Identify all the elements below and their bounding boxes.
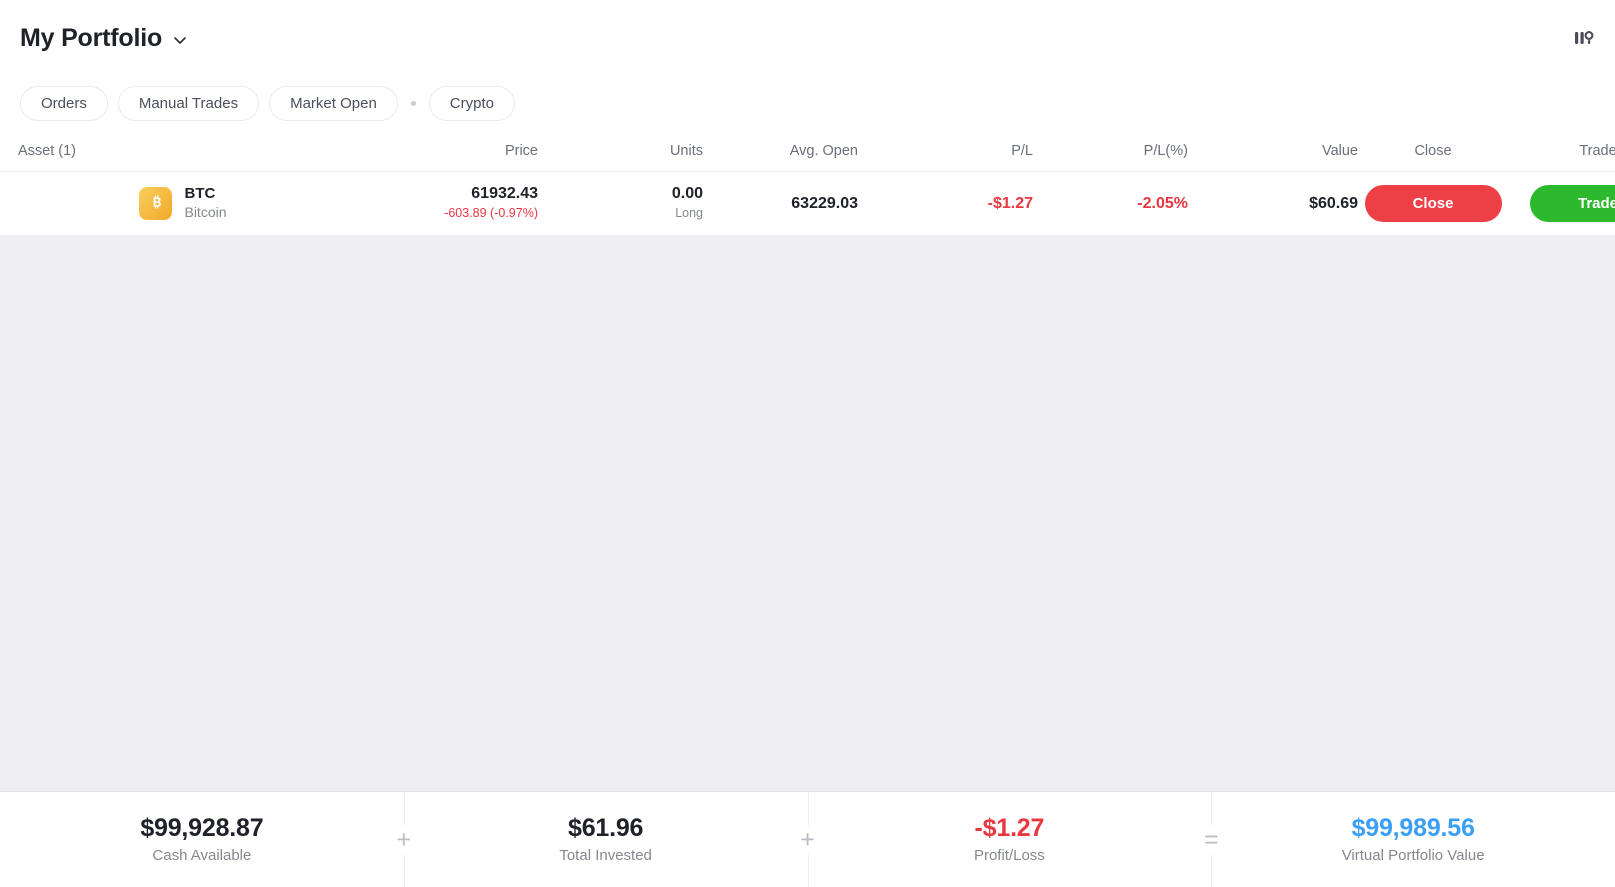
table-header-row: Asset (1) Price Units Avg. Open P/L P/L(… bbox=[0, 130, 1615, 172]
column-header-asset: Asset (1) bbox=[18, 142, 77, 159]
close-cell: Close bbox=[1358, 185, 1508, 222]
close-button[interactable]: Close bbox=[1364, 185, 1502, 222]
summary-cash-available: $99,928.87 Cash Available bbox=[0, 792, 404, 887]
summary-profit-loss: + -$1.27 Profit/Loss bbox=[794, 792, 1212, 887]
empty-content-area bbox=[0, 236, 1615, 791]
price-value: 61932.43 bbox=[471, 185, 538, 203]
asset-cell: BTC Bitcoin bbox=[18, 184, 348, 221]
summary-virtual-portfolio-value-label: Virtual Portfolio Value bbox=[1341, 846, 1485, 864]
app-header: My Portfolio bbox=[0, 0, 1615, 76]
bitcoin-icon bbox=[139, 186, 173, 220]
price-cell: 61932.43 -603.89 (-0.97%) bbox=[348, 184, 538, 223]
summary-cash-available-value: $99,928.87 bbox=[140, 814, 264, 843]
pl-value: -$1.27 bbox=[987, 194, 1033, 212]
filter-pill-orders[interactable]: Orders bbox=[20, 85, 108, 121]
column-header-value: Value bbox=[1321, 142, 1358, 159]
column-header-trade: Trade bbox=[1579, 142, 1615, 159]
value-cell: $60.69 bbox=[1188, 194, 1358, 213]
pl-cell: -$1.27 bbox=[858, 194, 1033, 213]
asset-name: Bitcoin bbox=[184, 204, 227, 221]
filter-pill-bar: Orders Manual Trades Market Open Crypto bbox=[0, 76, 1615, 130]
page-title: My Portfolio bbox=[20, 23, 163, 52]
summary-profit-loss-label: Profit/Loss bbox=[973, 846, 1045, 864]
column-header-close: Close bbox=[1414, 142, 1452, 159]
column-header-units: Units bbox=[669, 142, 703, 159]
summary-virtual-portfolio-value: = $99,989.56 Virtual Portfolio Value bbox=[1197, 792, 1615, 887]
table-row[interactable]: BTC Bitcoin 61932.43 -603.89 (-0.97%) 0.… bbox=[0, 172, 1615, 236]
trade-cell: Trade bbox=[1508, 185, 1615, 222]
column-header-price: Price bbox=[504, 142, 538, 159]
avg-open-cell: 63229.03 bbox=[703, 194, 858, 213]
pl-percent-value: -2.05% bbox=[1137, 194, 1188, 212]
column-header-pl: P/L bbox=[1011, 142, 1033, 159]
summary-total-invested: + $61.96 Total Invested bbox=[390, 792, 808, 887]
filter-separator-dot bbox=[410, 100, 416, 106]
filter-pill-market-open[interactable]: Market Open bbox=[269, 85, 398, 121]
summary-total-invested-value: $61.96 bbox=[567, 814, 644, 843]
portfolio-summary-bar: $99,928.87 Cash Available + $61.96 Total… bbox=[0, 791, 1615, 887]
position-direction: Long bbox=[675, 206, 703, 221]
column-header-pl-percent: P/L(%) bbox=[1143, 142, 1188, 159]
portfolio-app: My Portfolio Orders Manual Trades Market… bbox=[0, 0, 1615, 887]
summary-virtual-portfolio-value-value: $99,989.56 bbox=[1351, 814, 1475, 843]
trade-button[interactable]: Trade bbox=[1529, 185, 1615, 222]
pl-percent-cell: -2.05% bbox=[1033, 194, 1188, 213]
chevron-down-icon[interactable] bbox=[172, 32, 188, 48]
asset-symbol: BTC bbox=[184, 184, 216, 202]
position-value: $60.69 bbox=[1309, 194, 1358, 212]
portfolio-selector[interactable]: My Portfolio bbox=[20, 24, 188, 53]
filter-pill-manual-trades[interactable]: Manual Trades bbox=[117, 85, 260, 121]
summary-profit-loss-value: -$1.27 bbox=[974, 814, 1045, 843]
column-header-avg-open: Avg. Open bbox=[789, 142, 858, 159]
positions-table: Asset (1) Price Units Avg. Open P/L P/L(… bbox=[0, 130, 1615, 236]
price-change: -603.89 (-0.97%) bbox=[444, 206, 538, 221]
units-cell: 0.00 Long bbox=[538, 184, 703, 223]
avg-open-value: 63229.03 bbox=[791, 194, 858, 212]
summary-cash-available-label: Cash Available bbox=[152, 846, 252, 864]
units-value: 0.00 bbox=[671, 185, 703, 203]
chart-columns-settings-icon[interactable] bbox=[1571, 25, 1597, 51]
filter-pill-crypto[interactable]: Crypto bbox=[428, 85, 515, 121]
summary-total-invested-label: Total Invested bbox=[559, 846, 652, 864]
